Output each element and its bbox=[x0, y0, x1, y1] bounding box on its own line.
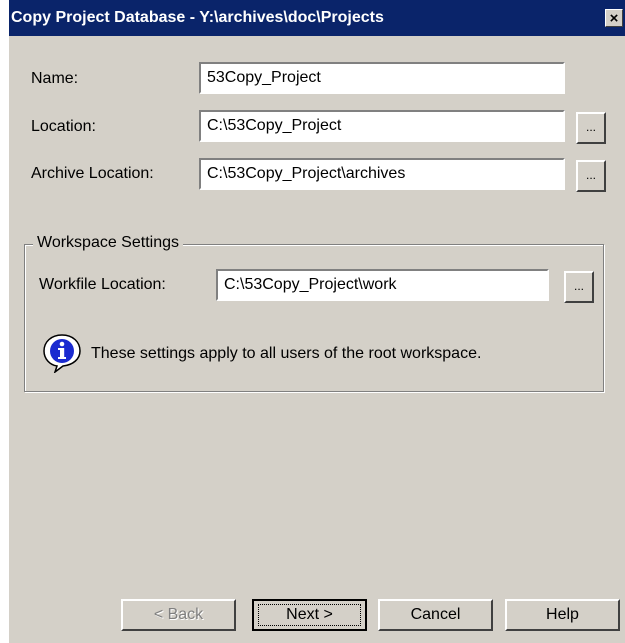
help-button[interactable]: Help bbox=[505, 599, 620, 631]
cancel-button[interactable]: Cancel bbox=[378, 599, 493, 631]
location-browse-button[interactable]: ... bbox=[576, 112, 606, 144]
archive-browse-button[interactable]: ... bbox=[576, 160, 606, 192]
archive-location-label: Archive Location: bbox=[31, 165, 154, 182]
archive-location-field[interactable]: C:\53Copy_Project\archives bbox=[199, 158, 565, 190]
workspace-settings-legend: Workspace Settings bbox=[33, 234, 183, 252]
name-label: Name: bbox=[31, 70, 79, 87]
copy-project-dialog: Copy Project Database - Y:\archives\doc\… bbox=[9, 0, 625, 643]
next-button[interactable]: Next > bbox=[252, 599, 367, 631]
name-field[interactable]: 53Copy_Project bbox=[199, 62, 565, 94]
back-button[interactable]: < Back bbox=[121, 599, 236, 631]
workfile-browse-button[interactable]: ... bbox=[564, 271, 594, 303]
info-message: These settings apply to all users of the… bbox=[91, 345, 482, 362]
location-field[interactable]: C:\53Copy_Project bbox=[199, 110, 565, 142]
focus-ring bbox=[258, 604, 361, 626]
location-label: Location: bbox=[31, 118, 96, 135]
workfile-location-label: Workfile Location: bbox=[39, 276, 166, 293]
window-title: Copy Project Database - Y:\archives\doc\… bbox=[11, 9, 384, 26]
info-icon bbox=[43, 334, 81, 373]
close-icon[interactable]: × bbox=[605, 9, 623, 27]
workfile-location-field[interactable]: C:\53Copy_Project\work bbox=[216, 269, 549, 301]
workspace-settings-group bbox=[24, 244, 604, 392]
title-bar[interactable]: Copy Project Database - Y:\archives\doc\… bbox=[9, 0, 625, 36]
